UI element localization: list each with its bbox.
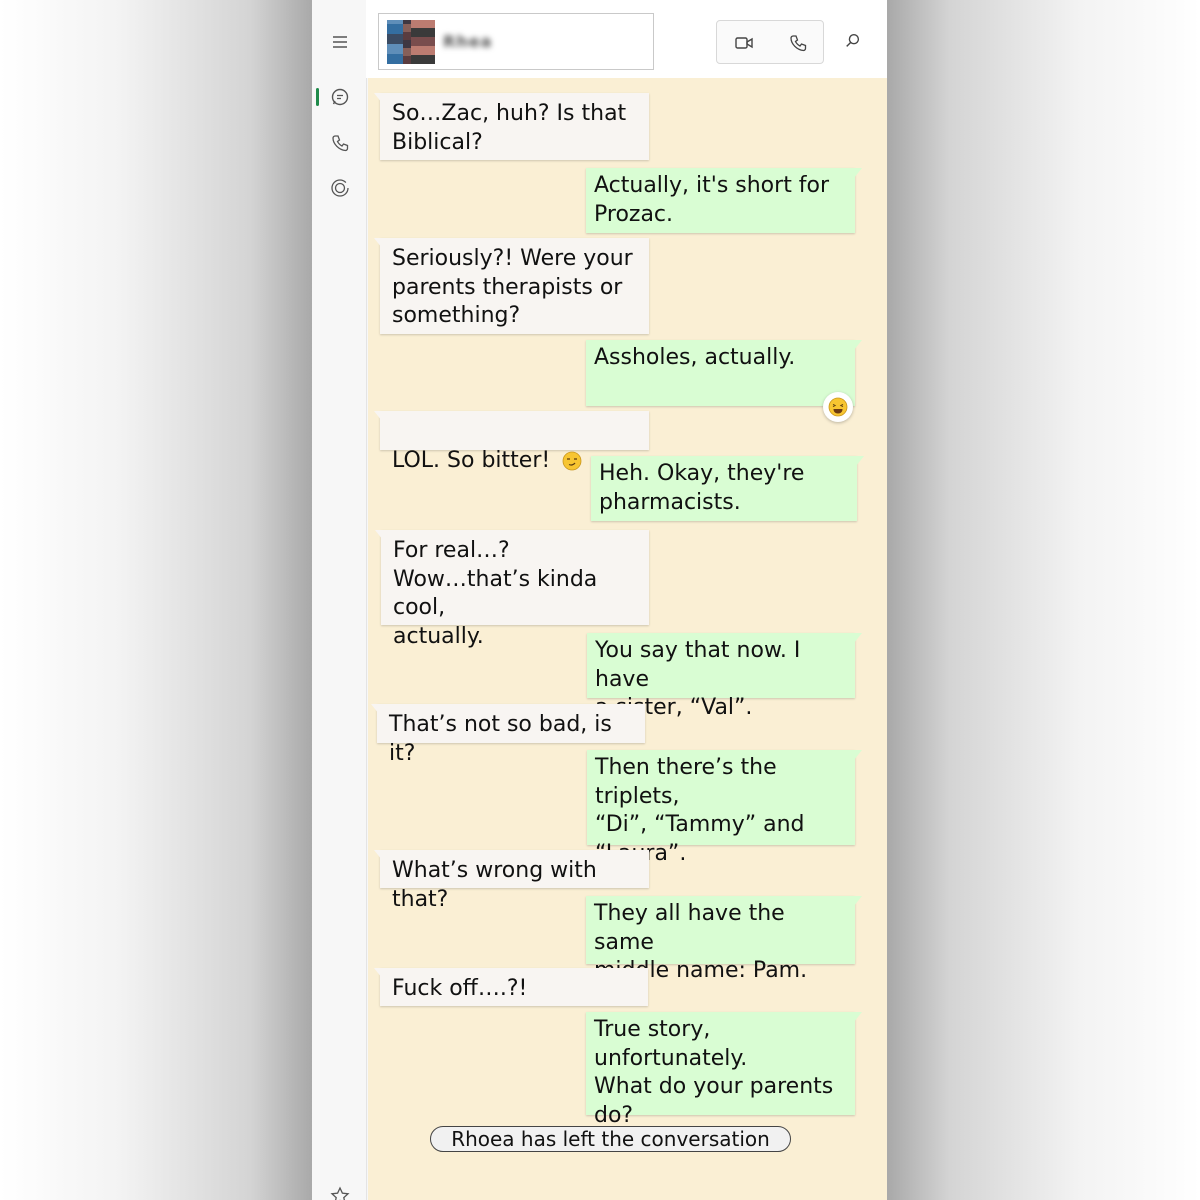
chat-header: Rhea bbox=[366, 0, 887, 78]
system-notice: Rhoea has left the conversation bbox=[430, 1126, 791, 1152]
message-incoming[interactable]: LOL. So bitter! bbox=[374, 411, 649, 473]
message-text: LOL. So bitter! bbox=[392, 447, 551, 473]
active-indicator bbox=[316, 88, 319, 106]
message-outgoing[interactable]: Actually, it's short for Prozac. bbox=[586, 168, 862, 233]
phone-icon[interactable] bbox=[328, 131, 352, 155]
message-incoming[interactable]: So…Zac, huh? Is that Biblical? bbox=[374, 93, 649, 160]
message-incoming[interactable]: That’s not so bad, is it? bbox=[371, 704, 645, 766]
avatar[interactable] bbox=[387, 20, 435, 64]
contact-name: Rhea bbox=[443, 32, 493, 51]
laughing-emoji-icon bbox=[828, 397, 848, 417]
message-incoming[interactable]: Seriously?! Were your parents therapists… bbox=[374, 238, 649, 334]
call-button-group bbox=[716, 20, 824, 64]
contact-card[interactable]: Rhea bbox=[378, 13, 654, 70]
smirk-emoji-icon bbox=[562, 451, 582, 470]
star-icon[interactable] bbox=[330, 1186, 350, 1200]
search-icon[interactable] bbox=[842, 30, 864, 52]
message-incoming[interactable]: For real…? Wow…that’s kinda cool, actual… bbox=[375, 530, 649, 649]
message-incoming[interactable]: What’s wrong with that? bbox=[374, 850, 649, 912]
message-list[interactable]: So…Zac, huh? Is that Biblical? Actually,… bbox=[368, 78, 887, 1200]
chat-icon[interactable] bbox=[328, 85, 352, 109]
message-outgoing[interactable]: You say that now. I have a sister, “Val”… bbox=[587, 633, 862, 720]
message-outgoing[interactable]: Then there’s the triplets, “Di”, “Tammy”… bbox=[587, 750, 862, 866]
video-camera-icon[interactable] bbox=[733, 32, 755, 54]
status-icon[interactable] bbox=[328, 176, 352, 200]
message-incoming[interactable]: Fuck off….?! bbox=[374, 968, 648, 1006]
sidebar bbox=[312, 0, 367, 1200]
message-outgoing[interactable]: True story, unfortunately. What do your … bbox=[586, 1012, 862, 1128]
reaction-emoji[interactable] bbox=[823, 392, 853, 422]
chat-app-window: Rhea So…Zac, huh? Is that Biblical? Actu… bbox=[312, 0, 887, 1200]
phone-icon[interactable] bbox=[787, 32, 809, 54]
message-outgoing[interactable]: Heh. Okay, they're pharmacists. bbox=[591, 456, 864, 521]
message-outgoing[interactable]: Assholes, actually. bbox=[586, 340, 862, 406]
message-outgoing[interactable]: They all have the same middle name: Pam. bbox=[586, 896, 862, 983]
hamburger-icon[interactable] bbox=[328, 30, 352, 54]
